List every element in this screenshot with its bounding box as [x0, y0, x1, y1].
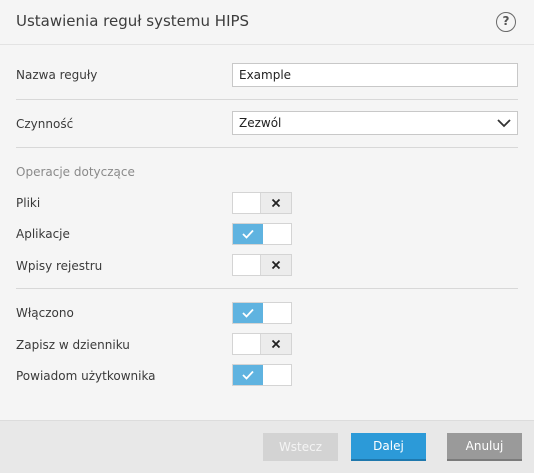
toggle-knob	[260, 334, 291, 354]
dialog-footer: Wstecz Dalej Anuluj	[0, 420, 534, 473]
toggle-knob	[260, 193, 291, 213]
next-button[interactable]: Dalej	[351, 433, 426, 461]
operations-section-heading: Operacje dotyczące	[16, 165, 135, 179]
help-icon[interactable]: ?	[496, 12, 516, 32]
toggle-knob	[233, 365, 263, 385]
toggle-label-files: Pliki	[16, 196, 41, 210]
chevron-down-icon	[497, 119, 511, 128]
action-select[interactable]: Zezwól	[232, 111, 518, 135]
close-icon	[271, 198, 281, 208]
rule-name-label: Nazwa reguły	[16, 68, 98, 82]
toggle-knob	[233, 303, 263, 323]
rule-name-input[interactable]: Example	[232, 63, 518, 87]
enabled-toggle[interactable]	[232, 302, 292, 324]
applications-toggle[interactable]	[232, 223, 292, 245]
checkmark-icon	[242, 370, 254, 380]
toggle-label-log: Zapisz w dzienniku	[16, 338, 130, 352]
toggle-knob	[233, 224, 263, 244]
checkmark-icon	[242, 229, 254, 239]
checkmark-icon	[242, 308, 254, 318]
toggle-label-notify: Powiadom użytkownika	[16, 369, 156, 383]
registry-toggle[interactable]	[232, 254, 292, 276]
toggle-label-registry: Wpisy rejestru	[16, 259, 103, 273]
divider	[16, 288, 518, 289]
divider	[16, 147, 518, 148]
notify-user-toggle[interactable]	[232, 364, 292, 386]
cancel-button[interactable]: Anuluj	[447, 433, 522, 461]
toggle-label-applications: Aplikacje	[16, 227, 70, 241]
toggle-knob	[260, 255, 291, 275]
files-toggle[interactable]	[232, 192, 292, 214]
divider	[16, 99, 518, 100]
dialog-header: Ustawienia reguł systemu HIPS ?	[0, 0, 534, 45]
close-icon	[271, 260, 281, 270]
toggle-label-enabled: Włączono	[16, 306, 74, 320]
back-button[interactable]: Wstecz	[263, 433, 338, 461]
action-label: Czynność	[16, 117, 74, 131]
log-toggle[interactable]	[232, 333, 292, 355]
close-icon	[271, 339, 281, 349]
action-select-value: Zezwól	[239, 116, 282, 130]
dialog-title: Ustawienia reguł systemu HIPS	[16, 12, 250, 30]
